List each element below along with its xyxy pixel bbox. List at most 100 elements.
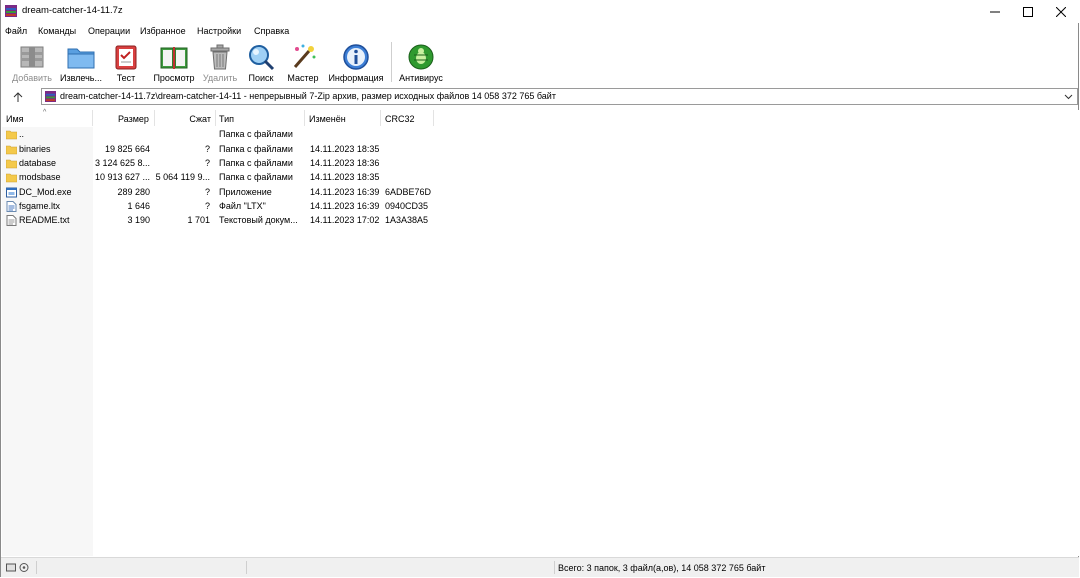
- delete-trash-icon: [210, 44, 230, 70]
- status-separator: [554, 561, 555, 574]
- file-row[interactable]: .. Папка с файлами: [2, 128, 442, 142]
- column-crc-label: CRC32: [385, 114, 415, 124]
- column-header-type[interactable]: Тип: [216, 110, 305, 126]
- add-label: Добавить: [12, 73, 52, 83]
- file-crc: 6ADBE76D: [385, 187, 432, 197]
- column-header-size[interactable]: Размер: [93, 110, 155, 126]
- file-modified: 14.11.2023 16:39: [310, 201, 380, 211]
- menu-settings[interactable]: Настройки: [197, 26, 241, 36]
- file-row[interactable]: README.txt 3 190 1 701 Текстовый докум..…: [2, 214, 442, 228]
- menu-help[interactable]: Справка: [254, 26, 289, 36]
- file-type: Папка с файлами: [219, 144, 293, 154]
- list-header: Имя ^ Размер Сжат Тип Изменён CRC32: [2, 109, 1079, 127]
- winrar-window: dream-catcher-14-11.7z Файл Команды Опер…: [0, 0, 1079, 577]
- column-header-packed[interactable]: Сжат: [155, 110, 216, 126]
- info-icon: [343, 44, 369, 70]
- file-crc: 0940CD35: [385, 201, 429, 211]
- file-row[interactable]: binaries 19 825 664 ? Папка с файлами 14…: [2, 143, 442, 157]
- file-size: 289 280: [117, 187, 150, 197]
- status-text: Всего: 3 папок, 3 файл(а,ов), 14 058 372…: [558, 563, 766, 573]
- file-modified: 14.11.2023 18:35: [310, 144, 380, 154]
- status-separator: [36, 561, 37, 574]
- title-bar[interactable]: dream-catcher-14-11.7z: [1, 0, 1079, 23]
- sort-ascending-icon: ^: [43, 109, 47, 116]
- column-header-modified[interactable]: Изменён: [305, 110, 381, 126]
- file-packed: 1 701: [187, 215, 210, 225]
- close-button[interactable]: [1044, 0, 1078, 23]
- maximize-button[interactable]: [1011, 0, 1045, 23]
- view-button[interactable]: Просмотр: [151, 39, 197, 85]
- antivirus-label: Антивирус: [399, 73, 443, 83]
- toolbar: Добавить Извлечь... Тест Просмотр Удалит…: [1, 39, 1079, 85]
- file-row[interactable]: DC_Mod.exe 289 280 ? Приложение 14.11.20…: [2, 186, 442, 200]
- file-size: 19 825 664: [104, 144, 150, 154]
- wizard-button[interactable]: Мастер: [285, 39, 321, 85]
- chevron-down-icon[interactable]: [1064, 92, 1073, 101]
- column-header-name[interactable]: Имя ^: [2, 109, 93, 126]
- file-name: modsbase: [19, 172, 61, 182]
- file-name: README.txt: [19, 215, 70, 225]
- wizard-wand-icon: [293, 44, 316, 68]
- file-packed: 5 064 119 9...: [155, 172, 210, 182]
- extract-label: Извлечь...: [59, 73, 102, 83]
- add-archive-icon: [20, 46, 44, 68]
- folder-icon: [6, 159, 17, 169]
- file-name: database: [19, 158, 57, 168]
- file-crc: 1A3A38A5: [385, 215, 429, 225]
- column-modified-label: Изменён: [309, 114, 346, 124]
- column-size-label: Размер: [118, 114, 149, 124]
- file-packed: ?: [204, 158, 210, 168]
- file-list: Имя ^ Размер Сжат Тип Изменён CRC32 .. П…: [2, 109, 1079, 556]
- maximize-icon: [1023, 6, 1033, 17]
- test-clipboard-icon: [115, 45, 137, 70]
- wizard-label: Мастер: [287, 73, 319, 83]
- file-modified: 14.11.2023 18:36: [310, 158, 380, 168]
- file-name: ..: [19, 129, 25, 139]
- file-size: 3 190: [127, 215, 150, 225]
- test-button[interactable]: Тест: [111, 39, 141, 85]
- folder-icon: [6, 145, 17, 155]
- up-folder-button[interactable]: [9, 89, 27, 105]
- file-type: Папка с файлами: [219, 172, 293, 182]
- folder-icon: [6, 130, 17, 140]
- file-type: Папка с файлами: [219, 158, 293, 168]
- file-name: fsgame.ltx: [19, 201, 61, 211]
- ltx-file-icon: [6, 201, 17, 212]
- address-field[interactable]: dream-catcher-14-11.7z\dream-catcher-14-…: [41, 88, 1078, 105]
- minimize-button[interactable]: [978, 0, 1012, 23]
- info-button[interactable]: Информация: [327, 39, 385, 85]
- menu-operations[interactable]: Операции: [88, 26, 130, 36]
- window-title: dream-catcher-14-11.7z: [22, 5, 123, 16]
- drive-icon[interactable]: [6, 562, 30, 573]
- file-packed: ?: [204, 144, 210, 154]
- extract-button[interactable]: Извлечь...: [58, 39, 104, 85]
- view-book-icon: [160, 47, 188, 69]
- column-header-crc[interactable]: CRC32: [381, 110, 434, 126]
- file-modified: 14.11.2023 18:35: [310, 172, 380, 182]
- extract-folder-icon: [67, 48, 95, 69]
- add-button[interactable]: Добавить: [11, 39, 53, 85]
- find-button[interactable]: Поиск: [246, 39, 276, 85]
- find-label: Поиск: [248, 73, 274, 83]
- file-size: 10 913 627 ...: [95, 172, 150, 182]
- file-type: Папка с файлами: [219, 129, 293, 139]
- file-size: 3 124 625 8...: [95, 158, 150, 168]
- menu-favorites[interactable]: Избранное: [140, 26, 186, 36]
- menu-file[interactable]: Файл: [5, 26, 27, 36]
- file-name: DC_Mod.exe: [19, 187, 72, 197]
- antivirus-button[interactable]: Антивирус: [397, 39, 445, 85]
- file-row[interactable]: fsgame.ltx 1 646 ? Файл "LTX" 14.11.2023…: [2, 200, 442, 214]
- status-separator: [246, 561, 247, 574]
- menu-commands[interactable]: Команды: [38, 26, 76, 36]
- delete-button[interactable]: Удалить: [201, 39, 239, 85]
- file-row[interactable]: modsbase 10 913 627 ... 5 064 119 9... П…: [2, 171, 442, 185]
- menu-bar: Файл Команды Операции Избранное Настройк…: [1, 23, 1079, 39]
- column-type-label: Тип: [219, 114, 235, 124]
- arrow-up-icon: [13, 92, 23, 102]
- file-packed: ?: [204, 201, 210, 211]
- column-packed-label: Сжат: [189, 114, 211, 124]
- toolbar-separator: [391, 42, 392, 82]
- info-label: Информация: [328, 73, 384, 83]
- file-type: Приложение: [219, 187, 272, 197]
- file-row[interactable]: database 3 124 625 8... ? Папка с файлам…: [2, 157, 442, 171]
